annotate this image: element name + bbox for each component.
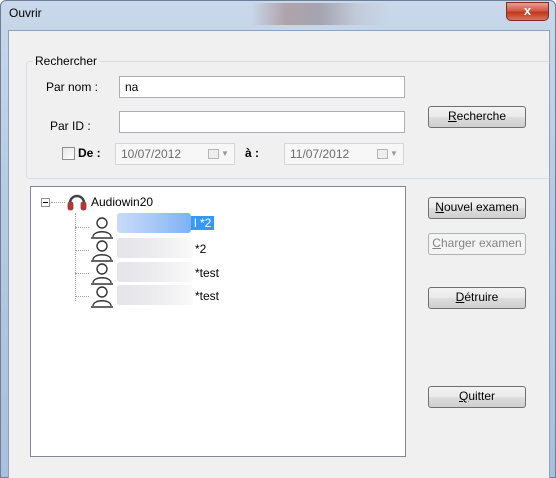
search-button[interactable]: Recherche bbox=[428, 106, 526, 128]
headphones-icon bbox=[67, 194, 87, 211]
patient-tree[interactable]: Audiowin20 l *2 *2 *test *test bbox=[30, 186, 406, 457]
close-icon: x bbox=[523, 3, 532, 18]
tree-item-name-redacted[interactable] bbox=[117, 238, 193, 258]
new-exam-button-label: ouvel examen bbox=[443, 200, 519, 214]
date-to-value: 11/07/2012 bbox=[290, 147, 350, 161]
quit-button-mnemonic: Q bbox=[458, 389, 469, 403]
new-exam-button[interactable]: Nouvel examen bbox=[428, 197, 526, 219]
calendar-dropdown-icon[interactable]: ▼ bbox=[377, 148, 398, 161]
window-title: Ouvrir bbox=[9, 6, 42, 20]
calendar-dropdown-icon[interactable]: ▼ bbox=[208, 148, 229, 161]
search-group-label: Rechercher bbox=[33, 54, 100, 68]
load-exam-button-mnemonic: C bbox=[432, 236, 441, 250]
id-label: Par ID : bbox=[50, 119, 91, 133]
date-to-label: à : bbox=[245, 146, 260, 160]
tree-item-label[interactable]: l *2 bbox=[191, 216, 215, 230]
delete-button[interactable]: Détruire bbox=[428, 287, 526, 309]
date-from-label: De : bbox=[78, 146, 101, 160]
tree-item-name-redacted[interactable] bbox=[117, 262, 193, 282]
load-exam-button-label: harger examen bbox=[440, 236, 522, 250]
date-from-value: 10/07/2012 bbox=[121, 147, 182, 161]
id-input[interactable] bbox=[119, 111, 405, 133]
date-from-picker[interactable]: 10/07/2012 ▼ bbox=[115, 143, 235, 165]
quit-button-label: uitter bbox=[468, 389, 496, 403]
tree-item-label[interactable]: *test bbox=[195, 266, 219, 280]
date-from-checkbox[interactable] bbox=[62, 147, 75, 160]
search-button-label: echerche bbox=[456, 109, 507, 123]
tree-root-label[interactable]: Audiowin20 bbox=[91, 195, 153, 209]
name-input[interactable]: na bbox=[119, 76, 405, 98]
tree-item-label[interactable]: *test bbox=[195, 289, 219, 303]
new-exam-button-mnemonic: N bbox=[435, 200, 444, 214]
search-button-mnemonic: R bbox=[447, 109, 457, 123]
title-bar-glass bbox=[251, 3, 391, 25]
title-bar[interactable]: Ouvrir x bbox=[1, 1, 555, 27]
date-to-picker[interactable]: 11/07/2012 ▼ bbox=[284, 143, 404, 165]
delete-button-label: étruire bbox=[464, 290, 499, 304]
tree-item-name-redacted[interactable] bbox=[117, 213, 191, 233]
patient-icon bbox=[91, 286, 113, 308]
collapse-icon[interactable] bbox=[41, 198, 50, 207]
tree-item-label[interactable]: *2 bbox=[195, 242, 206, 256]
tree-item-name-redacted[interactable] bbox=[117, 285, 193, 305]
quit-button[interactable]: Quitter bbox=[428, 386, 526, 408]
close-button[interactable]: x bbox=[506, 2, 549, 21]
load-exam-button[interactable]: Charger examen bbox=[428, 233, 526, 255]
name-label: Par nom : bbox=[46, 80, 99, 94]
